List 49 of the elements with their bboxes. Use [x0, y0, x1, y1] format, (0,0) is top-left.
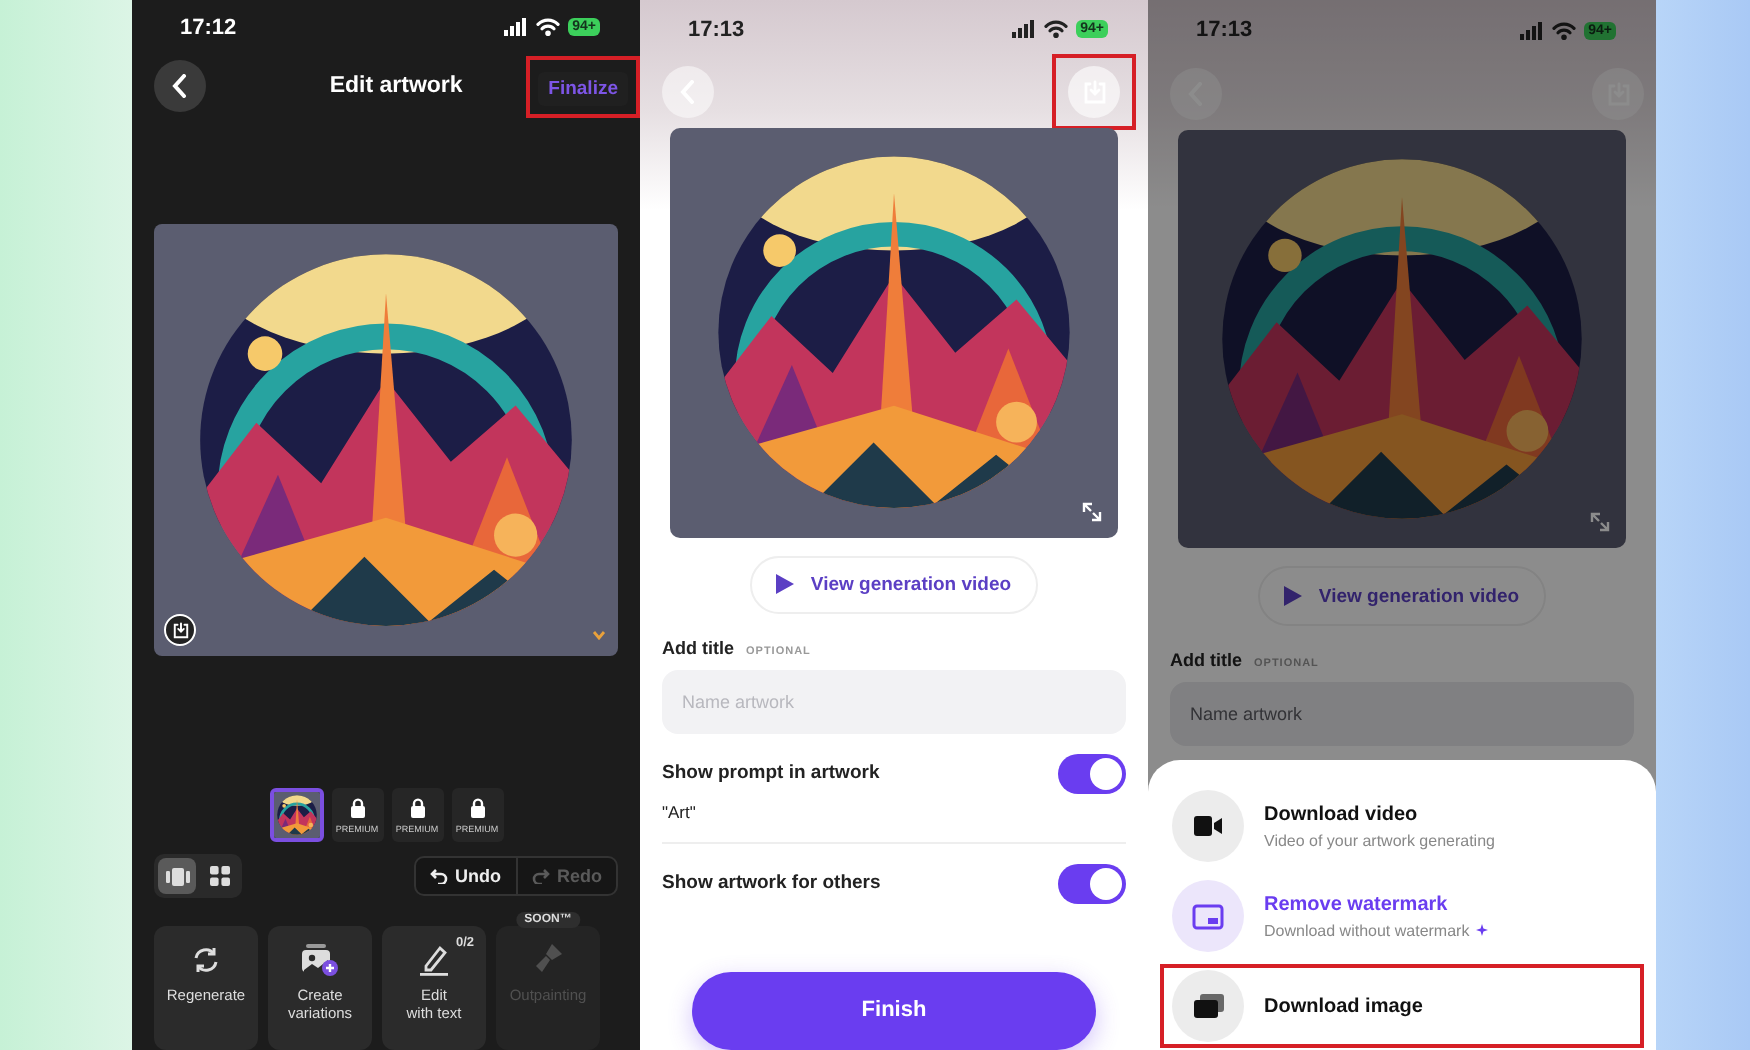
grid-icon: [209, 866, 229, 886]
status-time: 17:13: [1196, 18, 1253, 42]
lock-icon: [409, 797, 425, 817]
finish-button[interactable]: Finish: [692, 971, 1096, 1050]
toggle-label: Show prompt in artwork: [662, 762, 880, 785]
undo-icon: [429, 868, 447, 884]
title-field[interactable]: Name artwork: [662, 669, 1126, 734]
sparkle-icon: [1475, 924, 1488, 936]
refresh-icon: [190, 944, 222, 976]
status-time: 17:13: [688, 17, 745, 42]
screen-title: Edit artwork: [327, 74, 465, 99]
video-camera-icon: [1194, 816, 1222, 836]
lock-icon: [349, 797, 365, 817]
images-icon: [1193, 994, 1223, 1018]
wifi-icon: [1552, 21, 1577, 39]
undo-button[interactable]: Undo: [415, 858, 515, 894]
view-video-button[interactable]: View generation video: [750, 555, 1038, 614]
back-button[interactable]: [154, 60, 206, 113]
toggle-switch[interactable]: [1058, 753, 1126, 794]
toggle-switch[interactable]: [1058, 863, 1126, 904]
title-field[interactable]: Name artwork: [1170, 682, 1634, 746]
redo-icon: [531, 868, 549, 884]
single-view-button[interactable]: [158, 858, 196, 894]
watermark-icon: [1192, 903, 1224, 929]
play-icon: [776, 574, 795, 595]
carousel-icon: [165, 867, 189, 885]
field-label: Add title: [1170, 650, 1242, 670]
pencil-icon: [418, 944, 450, 976]
prompt-text: "Art": [662, 801, 698, 822]
expand-icon: [1590, 512, 1610, 532]
expand-icon: [1082, 501, 1102, 522]
chevron-icon: [172, 74, 188, 99]
view-video-button[interactable]: View generation video: [1258, 566, 1546, 626]
lock-icon: [469, 797, 485, 817]
download-option[interactable]: Download image: [1160, 964, 1644, 1048]
status-time: 17:12: [180, 15, 237, 40]
wifi-icon: [1044, 20, 1069, 39]
signal-icon: [1012, 20, 1037, 39]
chevron-icon: [592, 630, 606, 642]
images-icon: [302, 944, 338, 976]
toggle-label: Show artwork for others: [662, 872, 881, 895]
signal-icon: [1520, 21, 1545, 39]
signal-icon: [504, 18, 529, 37]
field-label: Add title: [662, 637, 734, 658]
brush-icon: [534, 944, 562, 976]
play-icon: [1284, 586, 1303, 606]
download-icon: [171, 621, 189, 639]
variant-thumbnail[interactable]: [269, 788, 323, 842]
wifi-icon: [536, 18, 561, 37]
